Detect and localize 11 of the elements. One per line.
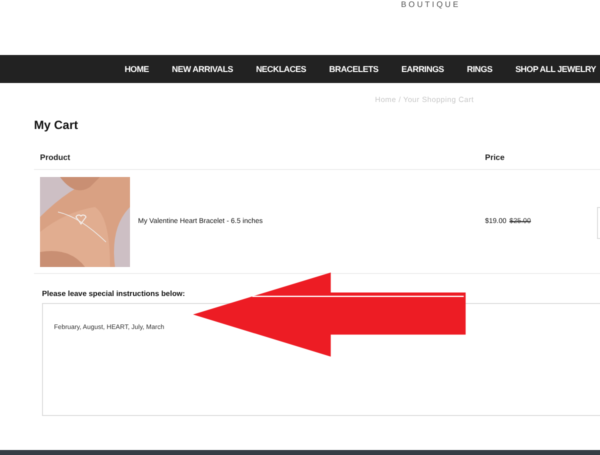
nav-link[interactable]: BRACELETS [329,64,378,74]
logo-text: BOUTIQUE [401,0,460,9]
nav-link[interactable]: HOME [124,64,149,74]
column-header: Price [485,153,506,162]
column-header: Product [39,153,72,162]
nav-link[interactable]: SHOP ALL JEWELRY [515,64,596,74]
nav-link[interactable]: RINGS [466,64,492,74]
nav-link[interactable]: NECKLACES [256,64,306,74]
page-title: My Cart [34,118,80,132]
nav-link[interactable]: NEW ARRIVALS [172,64,233,74]
nav-link[interactable]: EARRINGS [401,64,444,74]
